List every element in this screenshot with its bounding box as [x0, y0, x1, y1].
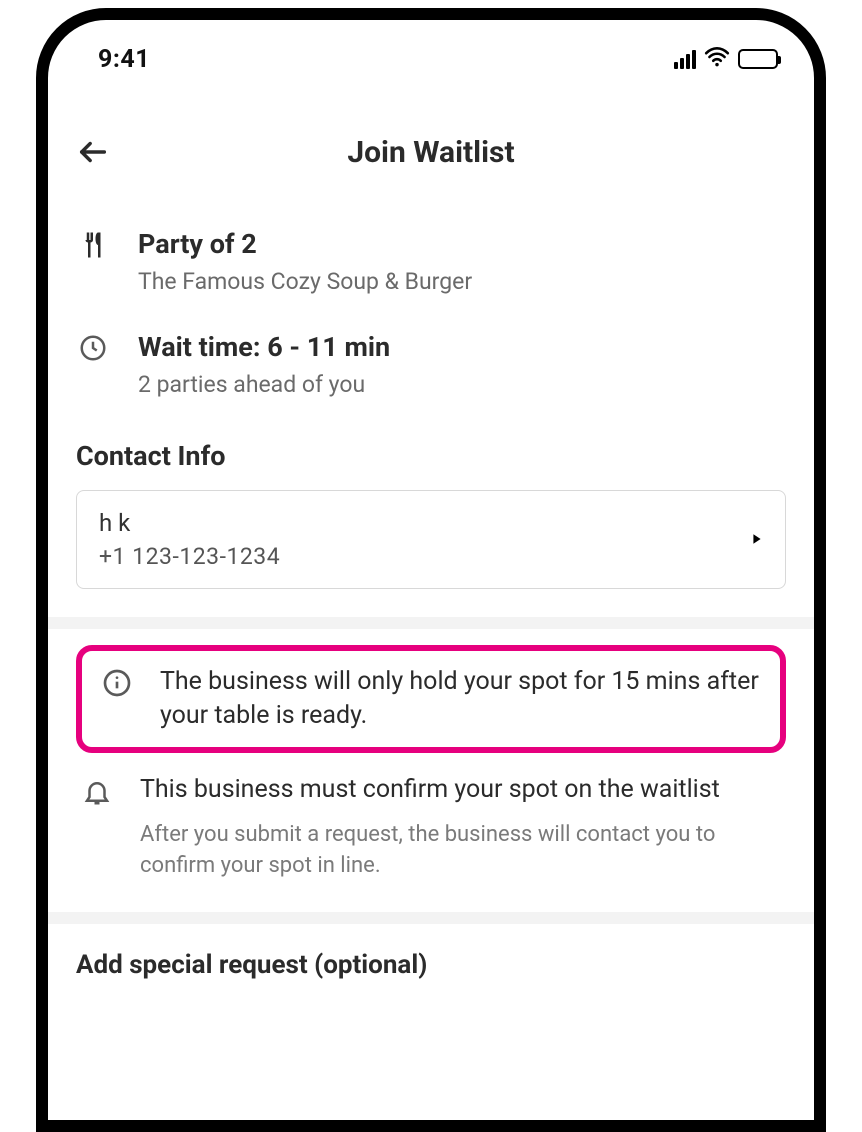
- confirm-notice-subtext: After you submit a request, the business…: [140, 820, 782, 882]
- restaurant-name: The Famous Cozy Soup & Burger: [138, 268, 786, 295]
- status-time: 9:41: [98, 45, 150, 74]
- bell-icon: [80, 773, 114, 807]
- contact-info-card[interactable]: h k +1 123-123-1234: [76, 490, 786, 589]
- special-request-heading: Add special request (optional): [76, 950, 786, 980]
- party-size-label: Party of 2: [138, 228, 786, 260]
- contact-info-heading: Contact Info: [76, 440, 786, 472]
- confirm-notice-row: This business must confirm your spot on …: [76, 773, 786, 882]
- status-bar: 9:41: [48, 20, 814, 80]
- clock-icon: [76, 331, 110, 363]
- confirm-notice-title: This business must confirm your spot on …: [140, 773, 782, 807]
- hold-notice-callout: The business will only hold your spot fo…: [76, 645, 786, 753]
- wait-time-label: Wait time: 6 - 11 min: [138, 331, 786, 363]
- hold-notice-text: The business will only hold your spot fo…: [160, 665, 762, 733]
- page-header: Join Waitlist: [76, 132, 786, 172]
- wifi-icon: [704, 44, 730, 74]
- status-icons: [674, 44, 778, 74]
- back-button[interactable]: [76, 132, 116, 172]
- section-divider: [48, 912, 814, 924]
- device-frame: 9:41 Join Wa: [36, 8, 826, 1132]
- utensils-icon: [76, 228, 110, 260]
- contact-phone: +1 123-123-1234: [99, 543, 280, 570]
- parties-ahead-label: 2 parties ahead of you: [138, 371, 786, 398]
- wait-time-row: Wait time: 6 - 11 min 2 parties ahead of…: [76, 331, 786, 398]
- section-divider: [48, 617, 814, 629]
- battery-icon: [738, 49, 778, 69]
- party-row: Party of 2 The Famous Cozy Soup & Burger: [76, 228, 786, 295]
- info-icon: [100, 665, 134, 699]
- contact-name: h k: [99, 509, 280, 537]
- page-title: Join Waitlist: [76, 135, 786, 170]
- chevron-right-icon: [751, 530, 763, 549]
- cellular-signal-icon: [674, 50, 696, 69]
